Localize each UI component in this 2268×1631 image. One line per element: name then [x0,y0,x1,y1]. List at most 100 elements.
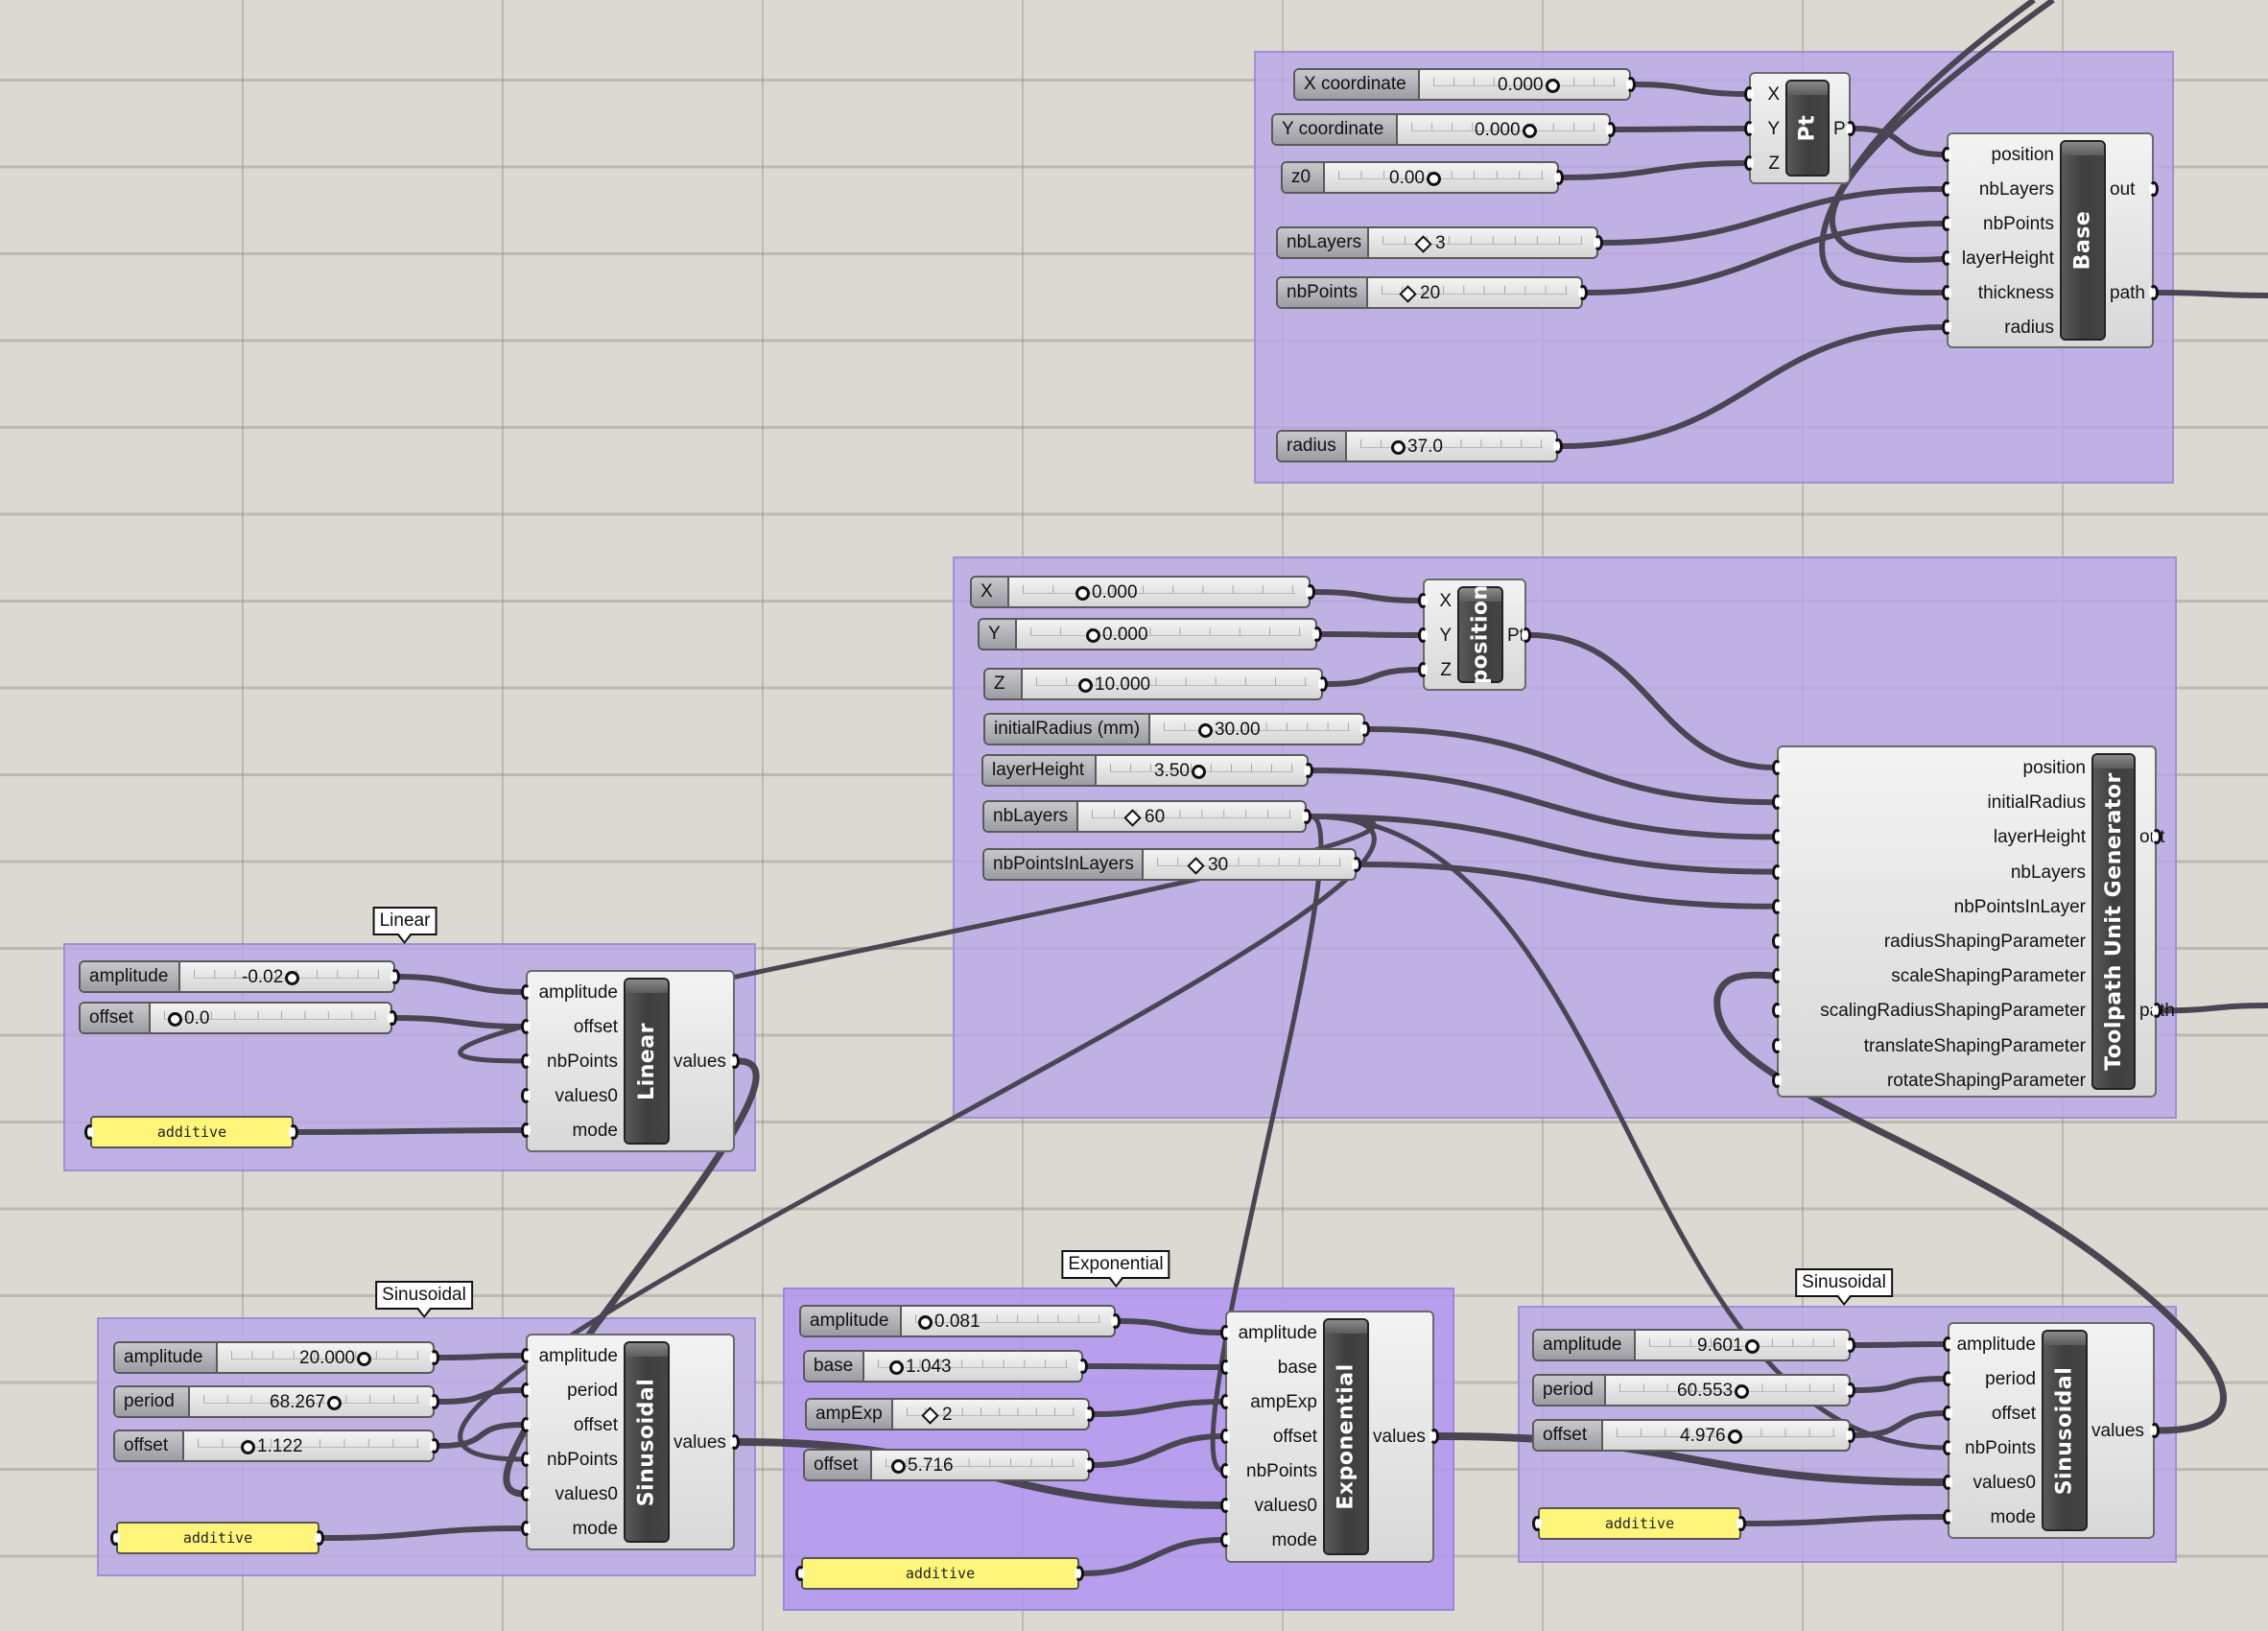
round-grip-icon[interactable] [1191,764,1206,779]
round-grip-icon[interactable] [168,1011,182,1027]
input-port[interactable] [1943,1475,1952,1490]
slider-offset[interactable]: offset 0.0 [79,1002,392,1034]
output-port[interactable] [289,1124,298,1140]
component-nickname-bar[interactable]: Base [2060,140,2106,341]
input-port[interactable] [521,1486,531,1501]
slider-track[interactable]: 37.0 [1347,432,1556,461]
sinusoidal-left-component[interactable]: amplitude period offset nbPoints values0 mode… [526,1334,735,1550]
input-port[interactable] [1772,1037,1782,1053]
slider-track[interactable]: 0.000 [1398,115,1609,144]
toolpath-unit-generator-component[interactable]: position initialRadius layerHeight nbLayers… [1777,745,2175,1098]
round-grip-icon[interactable] [1198,722,1213,738]
output-port[interactable] [1360,721,1370,737]
slider-track[interactable]: 0.000 [1017,620,1315,649]
input-port[interactable] [521,1019,531,1034]
output-port[interactable] [1318,676,1328,692]
slider-amplitude[interactable]: amplitude 20.000 [113,1341,435,1374]
slider-period[interactable]: period 68.267 [113,1385,435,1418]
input-port[interactable] [1772,1072,1782,1088]
output-port[interactable] [315,1530,324,1546]
slider-track[interactable]: 0.0 [151,1004,390,1032]
mode-panel[interactable]: additive [90,1116,294,1148]
slider-track[interactable]: 4.976 [1603,1421,1849,1450]
output-port[interactable] [2149,285,2159,300]
input-port[interactable] [521,1348,531,1363]
input-port[interactable] [1942,147,1951,162]
round-grip-icon[interactable] [1078,677,1093,693]
base-component[interactable]: position nbLayers nbPoints layerHeight thick… [1947,132,2154,348]
output-port[interactable] [1846,1428,1855,1443]
output-port[interactable] [430,1438,439,1454]
slider-radius[interactable]: radius 37.0 [1276,430,1558,462]
input-port[interactable] [1418,627,1428,643]
component-nickname-bar[interactable]: position [1457,584,1503,685]
input-port[interactable] [795,1566,805,1581]
output-port[interactable] [1085,1406,1095,1422]
input-port[interactable] [1772,863,1782,880]
output-port[interactable] [1306,584,1315,600]
slider-track[interactable]: 3.50 [1097,756,1307,785]
component-nickname-bar[interactable]: Pt [1785,80,1830,177]
output-port[interactable] [430,1394,439,1409]
output-port[interactable] [1111,1313,1121,1329]
input-port[interactable] [1772,760,1782,775]
round-grip-icon[interactable] [1735,1383,1750,1399]
slider-offset[interactable]: offset 4.976 [1532,1419,1851,1452]
exponential-component[interactable]: amplitude base ampExp offset nbPoints values0… [1225,1311,1434,1563]
input-port[interactable] [1772,898,1782,914]
component-nickname-bar[interactable]: Sinusoidal [2042,1330,2088,1531]
diamond-grip-icon[interactable] [1123,808,1142,827]
output-port[interactable] [1626,77,1636,92]
round-grip-icon[interactable] [1545,78,1560,93]
input-port[interactable] [1943,1509,1952,1525]
output-port[interactable] [390,969,400,984]
diamond-grip-icon[interactable] [1187,856,1205,875]
input-port[interactable] [1772,934,1782,949]
diamond-grip-icon[interactable] [1414,234,1432,253]
slider-track[interactable]: 5.716 [872,1451,1088,1479]
round-grip-icon[interactable] [891,1458,906,1474]
slider-track[interactable]: 3 [1369,228,1596,257]
output-port[interactable] [1578,285,1588,300]
output-port[interactable] [1522,627,1531,643]
slider-track[interactable]: 30 [1144,850,1355,879]
slider-x-coordinate[interactable]: X coordinate 0.000 [1293,68,1631,101]
slider-track[interactable]: 9.601 [1636,1331,1849,1359]
slider-period[interactable]: period 60.553 [1532,1374,1851,1406]
input-port[interactable] [1942,181,1951,197]
input-port[interactable] [521,1123,531,1138]
position-component[interactable]: X Y Zposition Pt [1423,579,1526,691]
output-port[interactable] [730,1053,740,1069]
input-port[interactable] [1532,1516,1542,1531]
slider-nblayers[interactable]: nbLayers 60 [982,800,1307,833]
output-port[interactable] [1554,170,1564,185]
output-port[interactable] [1075,1566,1084,1581]
input-port[interactable] [1943,1336,1952,1352]
slider-initialradius-mm[interactable]: initialRadius (mm) 30.00 [983,713,1365,745]
slider-amplitude[interactable]: amplitude 0.081 [799,1305,1116,1337]
round-grip-icon[interactable] [1744,1338,1760,1354]
slider-track[interactable]: 20.000 [218,1343,433,1372]
slider-track[interactable]: 0.00 [1325,163,1557,192]
slider-z[interactable]: Z 10.000 [983,668,1323,700]
input-port[interactable] [1943,1371,1952,1386]
output-port[interactable] [1312,626,1322,642]
slider-ampexp[interactable]: ampExp 2 [805,1398,1090,1430]
slider-track[interactable]: 0.081 [902,1307,1114,1336]
pt-component[interactable]: X Y Z Pt Pt [1749,72,1851,184]
output-port[interactable] [1594,235,1603,250]
slider-y-coordinate[interactable]: Y coordinate 0.000 [1271,113,1611,146]
component-nickname-bar[interactable]: Linear [624,978,670,1145]
output-port[interactable] [1085,1457,1095,1473]
output-port[interactable] [730,1434,740,1450]
round-grip-icon[interactable] [918,1314,933,1330]
input-port[interactable] [1943,1406,1952,1421]
round-grip-icon[interactable] [327,1395,343,1410]
round-grip-icon[interactable] [357,1351,372,1366]
input-port[interactable] [84,1124,94,1140]
output-port[interactable] [388,1010,397,1026]
output-port[interactable] [1606,122,1616,137]
input-port[interactable] [1418,593,1428,608]
input-port[interactable] [1942,216,1951,231]
mode-panel[interactable]: additive [116,1522,319,1554]
